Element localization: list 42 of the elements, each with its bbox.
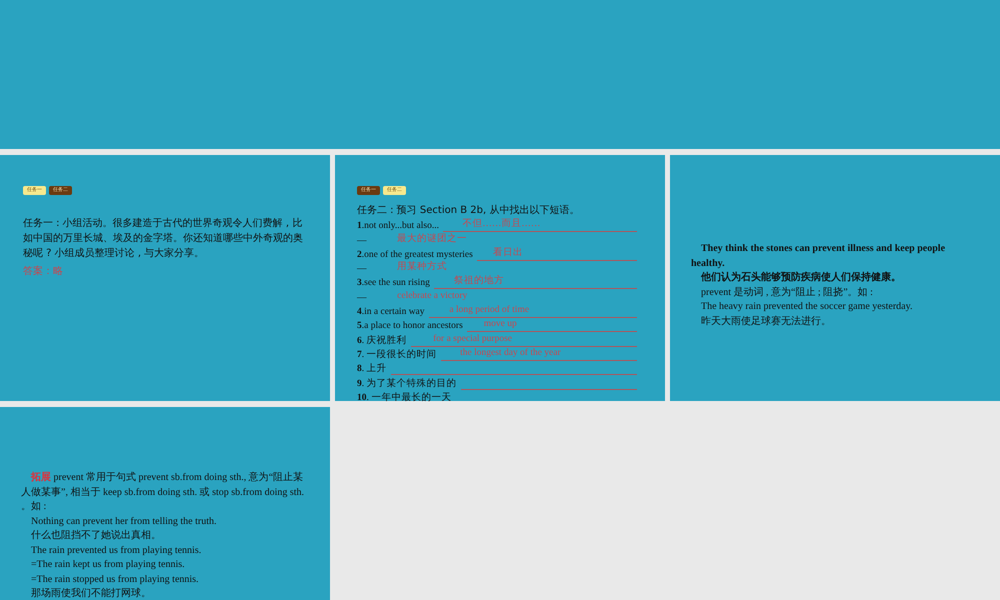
slide-thumbnail[interactable] [0,0,1000,149]
exercise-prompt: 3.see the sun rising [357,277,430,290]
example-text: 那场雨使我们不能打网球。 [30,587,152,600]
note-text: The heavy rain prevented the soccer game yesterday. [700,300,914,314]
answer-text: 最大的谜团之一 [397,232,468,245]
exercise-prompt: 1.not only...but also... [357,220,439,232]
exercise-prompt: — [357,263,366,276]
exercise-prompt: — [357,234,366,247]
slide-thumbnail[interactable]: They think the stones can prevent illness and keep people healthy. 他们认为石头能够预防疾病使人们保持健康。 prevent 是动词 , 意为“阻止 ; 阻挠”。如 : The heavy rain prevented the soccer game yesterday. 昨天大雨使足球赛无法进行。 [670,155,1000,401]
answer-text: the longest day of the year [460,346,561,359]
exercise-prompt: 9. 为了某个特殊的目的 [357,378,456,390]
exercise-prompt: 4.in a certain way [357,306,425,318]
note-text: prevent 是动词 , 意为“阻止 ; 阻挠”。如 : [700,286,874,300]
answer-text: move up [484,318,517,330]
exercise-prompt: — [357,292,366,304]
example-text: =The rain stopped us from playing tennis. [30,572,200,586]
exercise-prompt: 7. 一段很长的时间 [357,348,436,361]
answer-text: for a special purpose [433,332,512,345]
example-text: 什么也阻挡不了她说出真相。 [30,529,162,543]
answer-text: 祭祖的地方 [454,275,504,288]
note-text: 他们认为石头能够预防疾病使人们保持健康。 [700,271,902,285]
answer-text: 看日出 [492,246,523,259]
exercise-prompt: 10. 一年中最长的一天 [357,392,452,404]
answer-text: celebrate a victory [397,290,468,302]
task-text: 任务一 : 小组活动。很多建造于古代的世界奇观令人们费解 , 比如中国的万里长城、埃及的金字塔。你还知道哪些中外奇观的奥秘呢 ? 小组成员整理讨论 , 与大家分享。 [23,216,304,261]
note-text: 昨天大雨使足球赛无法进行。 [700,314,832,328]
expansion-text: 拓展 prevent 常用于句式 prevent sb.from doing sth., 意为“阻止某人做某事”, 相当于 keep sb.from doing sth. 或 stop sb.from doing sth. 。如 : [21,471,306,514]
exercise-prompt: 6. 庆祝胜利 [357,334,406,347]
answer-text: 不但……而且…… [462,218,540,230]
exercise-prompt: 8. 上升 [357,363,386,376]
exercise-prompt: 5.a place to honor ancestors [357,320,463,332]
exercise-title: 任务二 : 预习 Section B 2b, 从中找出以下短语。 [357,204,580,218]
example-text: The rain prevented us from playing tennis. [30,544,202,558]
slide-thumbnail[interactable] [0,407,330,600]
answer-text: a long period of time [449,304,530,316]
answer-text: 用某种方式 [397,261,448,274]
example-text: =The rain kept us from playing tennis. [30,558,186,572]
exercise-prompt: 2.one of the greatest mysteries [357,248,473,261]
example-text: Nothing can prevent her from telling the truth. [30,514,218,528]
note-text: They think the stones can prevent illness and keep people healthy. [691,242,946,270]
slide-thumbnail[interactable] [335,155,665,401]
answer-text: 答案：略 [23,264,64,279]
